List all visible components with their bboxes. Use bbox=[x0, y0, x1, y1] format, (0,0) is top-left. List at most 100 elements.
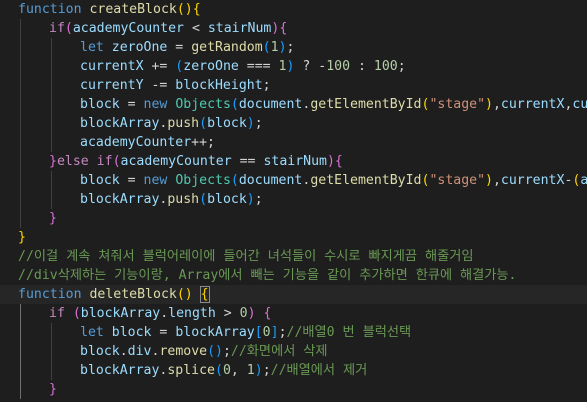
code-line[interactable]: currentX += (zeroOne === 1) ? -100 : 100… bbox=[0, 57, 587, 76]
code-token: ( bbox=[112, 154, 121, 169]
code-line[interactable]: blockArray.push(block); bbox=[0, 114, 587, 133]
code-token: += bbox=[143, 59, 176, 74]
code-token: () bbox=[176, 2, 193, 17]
code-line[interactable]: academyCounter++; bbox=[0, 133, 587, 152]
code-line[interactable]: //이걸 계속 쳐줘서 블럭어레이에 들어간 녀석들이 수시로 빠지게끔 해줄거… bbox=[0, 247, 587, 266]
code-token: ; bbox=[254, 192, 263, 207]
code-token: block bbox=[207, 116, 247, 131]
code-token: block bbox=[111, 325, 152, 340]
code-editor[interactable]: function createBlock(){if(academyCounter… bbox=[0, 0, 587, 402]
code-token: ( bbox=[72, 306, 81, 321]
code-line[interactable]: block = new Objects(document.getElementB… bbox=[0, 171, 587, 190]
code-token: remove bbox=[159, 344, 208, 359]
code-token: ) bbox=[278, 40, 287, 55]
code-token: 0 bbox=[262, 325, 271, 340]
code-line[interactable]: blockArray.splice(0, 1);//배열에서 제거 bbox=[0, 361, 587, 380]
indent-guide bbox=[51, 38, 52, 57]
code-line[interactable]: if(academyCounter < stairNum){ bbox=[0, 19, 587, 38]
code-comment: //이걸 계속 쳐줘서 블럭어레이에 들어간 녀석들이 수시로 빠지게끔 해줄거… bbox=[18, 249, 474, 264]
code-token: currentY bbox=[572, 97, 587, 112]
code-token: () bbox=[176, 287, 193, 302]
code-line[interactable]: blockArray.push(block); bbox=[0, 190, 587, 209]
code-token: blockArray bbox=[80, 306, 161, 321]
code-token: } bbox=[49, 211, 57, 226]
code-line[interactable]: } bbox=[0, 209, 587, 228]
code-token: ) bbox=[485, 97, 493, 112]
indent-guide bbox=[51, 95, 52, 114]
code-token: 100 bbox=[326, 59, 351, 74]
code-line[interactable]: block = new Objects(document.getElementB… bbox=[0, 95, 587, 114]
code-line[interactable]: let block = blockArray[0];//배열0 번 블럭선택 bbox=[0, 323, 587, 342]
code-text: currentY -= blockHeight; bbox=[80, 76, 271, 95]
indent-guide bbox=[20, 76, 21, 95]
code-token: block bbox=[80, 97, 120, 112]
code-token: block bbox=[80, 173, 120, 188]
code-token: currentX bbox=[500, 97, 565, 112]
indent-guide bbox=[20, 304, 21, 323]
code-line[interactable]: } bbox=[0, 380, 587, 399]
code-line[interactable]: } bbox=[0, 228, 587, 247]
code-token: ++; bbox=[191, 135, 215, 150]
code-token: blockArray bbox=[80, 116, 160, 131]
code-token: splice bbox=[167, 363, 215, 378]
code-token: ; bbox=[262, 78, 271, 93]
code-token: block bbox=[80, 344, 120, 359]
code-token: function bbox=[18, 2, 82, 17]
indent-guide bbox=[51, 133, 52, 152]
code-token: ; bbox=[222, 344, 231, 359]
indent-guide bbox=[20, 209, 21, 228]
code-token: ; bbox=[286, 40, 295, 55]
code-token: { bbox=[199, 286, 210, 303]
code-line[interactable]: let zeroOne = getRandom(1); bbox=[0, 38, 587, 57]
indent-guide bbox=[20, 361, 21, 380]
code-token: Objects bbox=[175, 97, 231, 112]
code-text: currentX += (zeroOne === 1) ? -100 : 100… bbox=[80, 57, 406, 76]
indent-guide bbox=[51, 323, 52, 342]
code-text: let block = blockArray[0];//배열0 번 블럭선택 bbox=[80, 323, 411, 342]
code-token: deleteBlock bbox=[89, 287, 177, 302]
code-token: new bbox=[143, 97, 168, 112]
code-line[interactable]: currentY -= blockHeight; bbox=[0, 76, 587, 95]
code-line[interactable]: function createBlock(){ bbox=[0, 0, 587, 19]
code-comment: //배열0 번 블럭선택 bbox=[286, 325, 412, 340]
code-token: function bbox=[18, 287, 82, 302]
code-text: } bbox=[18, 228, 26, 247]
indent-guide bbox=[51, 190, 52, 209]
indent-guide bbox=[51, 114, 52, 133]
code-token: == bbox=[231, 154, 264, 169]
code-token: Objects bbox=[175, 173, 231, 188]
code-token: ; bbox=[278, 325, 287, 340]
code-line[interactable]: if (blockArray.length > 0) { bbox=[0, 304, 587, 323]
code-comment: //화면에서 삭제 bbox=[230, 344, 328, 359]
code-token: if bbox=[96, 154, 113, 169]
indent-guide bbox=[20, 114, 21, 133]
code-text: blockArray.push(block); bbox=[80, 190, 263, 209]
code-token: ( bbox=[215, 363, 223, 378]
indent-guide bbox=[51, 361, 52, 380]
code-token: block bbox=[207, 192, 247, 207]
code-line[interactable]: block.div.remove();//화면에서 삭제 bbox=[0, 342, 587, 361]
code-line[interactable]: }else if(academyCounter == stairNum){ bbox=[0, 152, 587, 171]
code-token: === bbox=[238, 59, 279, 74]
code-token: 1 bbox=[270, 40, 279, 55]
code-token: stairNum bbox=[263, 154, 327, 169]
code-token: ( bbox=[230, 173, 239, 188]
code-text: }else if(academyCounter == stairNum){ bbox=[49, 152, 343, 171]
code-text: let zeroOne = getRandom(1); bbox=[80, 38, 294, 57]
code-token: zeroOne bbox=[111, 40, 168, 55]
code-token: ; bbox=[397, 59, 406, 74]
code-token: new bbox=[143, 173, 168, 188]
code-token: = bbox=[119, 173, 144, 188]
code-line[interactable]: function deleteBlock() { bbox=[0, 285, 587, 304]
code-text: blockArray.splice(0, 1);//배열에서 제거 bbox=[80, 361, 367, 380]
indent-guide bbox=[51, 76, 52, 95]
code-token: "stage" bbox=[429, 97, 486, 112]
code-token: = bbox=[119, 97, 144, 112]
indent-guide bbox=[20, 95, 21, 114]
code-line[interactable]: //div삭제하는 기능이랑, Array에서 빼는 기능을 같이 추가하면 한… bbox=[0, 266, 587, 285]
code-token: ) bbox=[326, 154, 335, 169]
code-text: } bbox=[49, 380, 57, 399]
